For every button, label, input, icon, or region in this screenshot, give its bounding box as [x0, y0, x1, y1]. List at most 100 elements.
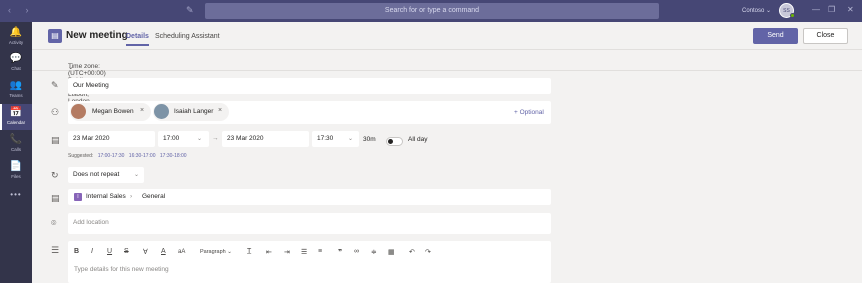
title-field[interactable]: Our Meeting — [68, 78, 551, 94]
file-icon: 📄 — [9, 161, 23, 172]
attendee-photo — [71, 104, 86, 119]
rail-item-files[interactable]: 📄 Files — [0, 158, 32, 184]
attendee-chip[interactable]: Megan Bowen × — [70, 103, 151, 121]
end-date-field[interactable]: 23 Mar 2020 — [222, 131, 309, 147]
rail-item-chat[interactable]: 💬 Chat — [0, 50, 32, 76]
meeting-header: ▤ New meeting Details Scheduling Assista… — [32, 22, 862, 50]
optional-attendees-link[interactable]: + Optional — [514, 109, 544, 116]
pencil-icon: ✎ — [51, 80, 59, 90]
redo-icon[interactable]: ↷ — [425, 248, 431, 256]
start-date-field[interactable]: 23 Mar 2020 — [68, 131, 155, 147]
add-person-icon: ⚇ — [51, 107, 60, 117]
horizontal-rule-icon[interactable]: ≑ — [371, 248, 377, 256]
start-time-value: 17:00 — [163, 135, 180, 142]
rail-item-calendar[interactable]: 📅 Calendar — [0, 104, 32, 130]
suggested-label: Suggested: — [68, 153, 94, 159]
tenant-switcher[interactable]: Contoso ⌄ — [742, 7, 771, 14]
send-button[interactable]: Send — [753, 28, 798, 44]
attendee-photo — [154, 104, 169, 119]
avatar[interactable]: SS — [779, 3, 795, 18]
start-date-value: 23 Mar 2020 — [73, 135, 110, 142]
font-size-icon[interactable]: aA — [178, 249, 185, 255]
quote-icon[interactable]: ❞ — [338, 248, 342, 256]
app-rail: 🔔 Activity 💬 Chat 👥 Teams 📅 Calendar 📞 Calls … — [0, 22, 32, 283]
increase-indent-icon[interactable]: ⇥ — [284, 248, 290, 256]
tenant-name: Contoso — [742, 8, 765, 14]
attendee-name: Isaiah Langer — [174, 108, 214, 115]
nav-arrows[interactable]: ‹ › — [8, 5, 35, 15]
numbered-list-icon[interactable]: ≡ — [318, 248, 322, 255]
channel-icon: ▤ — [51, 193, 60, 203]
undo-icon[interactable]: ↶ — [409, 248, 415, 256]
search-input[interactable]: Search for or type a command — [205, 3, 659, 19]
repeat-select[interactable]: Does not repeat ⌄ — [68, 167, 144, 183]
rail-item-activity[interactable]: 🔔 Activity — [0, 24, 32, 50]
duration-label: 30m — [363, 136, 376, 143]
end-date-value: 23 Mar 2020 — [227, 135, 264, 142]
underline-icon[interactable]: U — [107, 248, 112, 255]
location-input[interactable]: Add location — [68, 213, 551, 234]
more-icon: ••• — [10, 190, 22, 199]
presence-dot — [790, 13, 795, 18]
channel-name: General — [142, 193, 166, 200]
attendee-name: Megan Bowen — [92, 108, 134, 115]
timezone-bar[interactable]: Time zone: (UTC+00:00) Dublin, Edinburgh… — [32, 51, 862, 105]
paragraph-select[interactable]: Paragraph ⌄ — [200, 249, 232, 255]
remove-icon[interactable]: × — [140, 107, 144, 114]
calendar-add-icon: ▤ — [48, 29, 62, 43]
channel-field[interactable]: I Internal Sales › General — [68, 189, 551, 205]
rail-item-teams[interactable]: 👥 Teams — [0, 77, 32, 103]
end-time-select[interactable]: 17:30 ⌄ — [312, 131, 359, 147]
end-time-value: 17:30 — [317, 135, 334, 142]
calendar-icon: 📅 — [9, 107, 23, 118]
italic-icon[interactable]: I — [91, 248, 93, 255]
decrease-indent-icon[interactable]: ⇤ — [266, 248, 272, 256]
chevron-down-icon: ⌄ — [68, 64, 74, 71]
channel-team: Internal Sales — [86, 193, 126, 200]
minimize-icon[interactable]: — — [812, 5, 820, 14]
paragraph-label: Paragraph — [200, 249, 226, 255]
chevron-down-icon: ⌄ — [134, 172, 140, 178]
remove-icon[interactable]: × — [218, 107, 222, 114]
suggested-time[interactable]: 17:00-17:30 — [98, 153, 125, 159]
phone-icon: 📞 — [9, 134, 23, 145]
clear-format-icon[interactable]: T̲ — [247, 248, 251, 255]
table-icon[interactable]: ▦ — [388, 248, 395, 256]
maximize-icon[interactable]: ❐ — [828, 5, 835, 14]
all-day-toggle[interactable] — [386, 137, 403, 146]
rail-item-calls[interactable]: 📞 Calls — [0, 131, 32, 157]
chat-icon: 💬 — [9, 53, 23, 64]
location-pin-icon: ⌾ — [51, 218, 57, 228]
highlight-icon[interactable]: ∀ — [143, 248, 148, 256]
bold-icon[interactable]: B — [74, 248, 79, 255]
title-value: Our Meeting — [73, 82, 109, 89]
chevron-down-icon: ⌄ — [348, 136, 354, 142]
chevron-right-icon: › — [130, 193, 133, 200]
close-button[interactable]: Close — [803, 28, 848, 44]
suggested-times: Suggested: 17:00-17:30 16:30-17:00 17:30… — [68, 153, 187, 159]
suggested-time[interactable]: 17:30-18:00 — [160, 153, 187, 159]
tab-scheduling-assistant[interactable]: Scheduling Assistant — [155, 33, 220, 40]
tab-details[interactable]: Details — [126, 33, 149, 46]
font-color-icon[interactable]: A — [161, 248, 166, 255]
teams-icon: 👥 — [9, 80, 23, 91]
strikethrough-icon[interactable]: S — [124, 248, 129, 255]
details-editor[interactable]: Type details for this new meeting — [68, 241, 551, 283]
title-bar: ‹ › ✎ Search for or type a command Conto… — [0, 0, 862, 22]
all-day-label: All day — [408, 136, 428, 143]
details-placeholder: Type details for this new meeting — [74, 266, 169, 273]
page-title: New meeting — [66, 30, 128, 41]
avatar-initials: SS — [783, 8, 790, 14]
compose-icon[interactable]: ✎ — [186, 5, 194, 16]
suggested-time[interactable]: 16:30-17:00 — [129, 153, 156, 159]
rail-item-more[interactable]: ••• — [0, 186, 32, 212]
close-window-icon[interactable]: ✕ — [847, 5, 854, 14]
bell-icon: 🔔 — [9, 27, 23, 38]
start-time-select[interactable]: 17:00 ⌄ — [158, 131, 209, 147]
chevron-down-icon: ⌄ — [197, 136, 203, 142]
link-icon[interactable]: ∞ — [354, 248, 359, 255]
bullet-list-icon[interactable]: ☰ — [301, 248, 307, 256]
arrow-right-icon: → — [212, 135, 219, 142]
attendee-chip[interactable]: Isaiah Langer × — [153, 103, 229, 121]
calendar-icon: ▤ — [51, 135, 60, 145]
